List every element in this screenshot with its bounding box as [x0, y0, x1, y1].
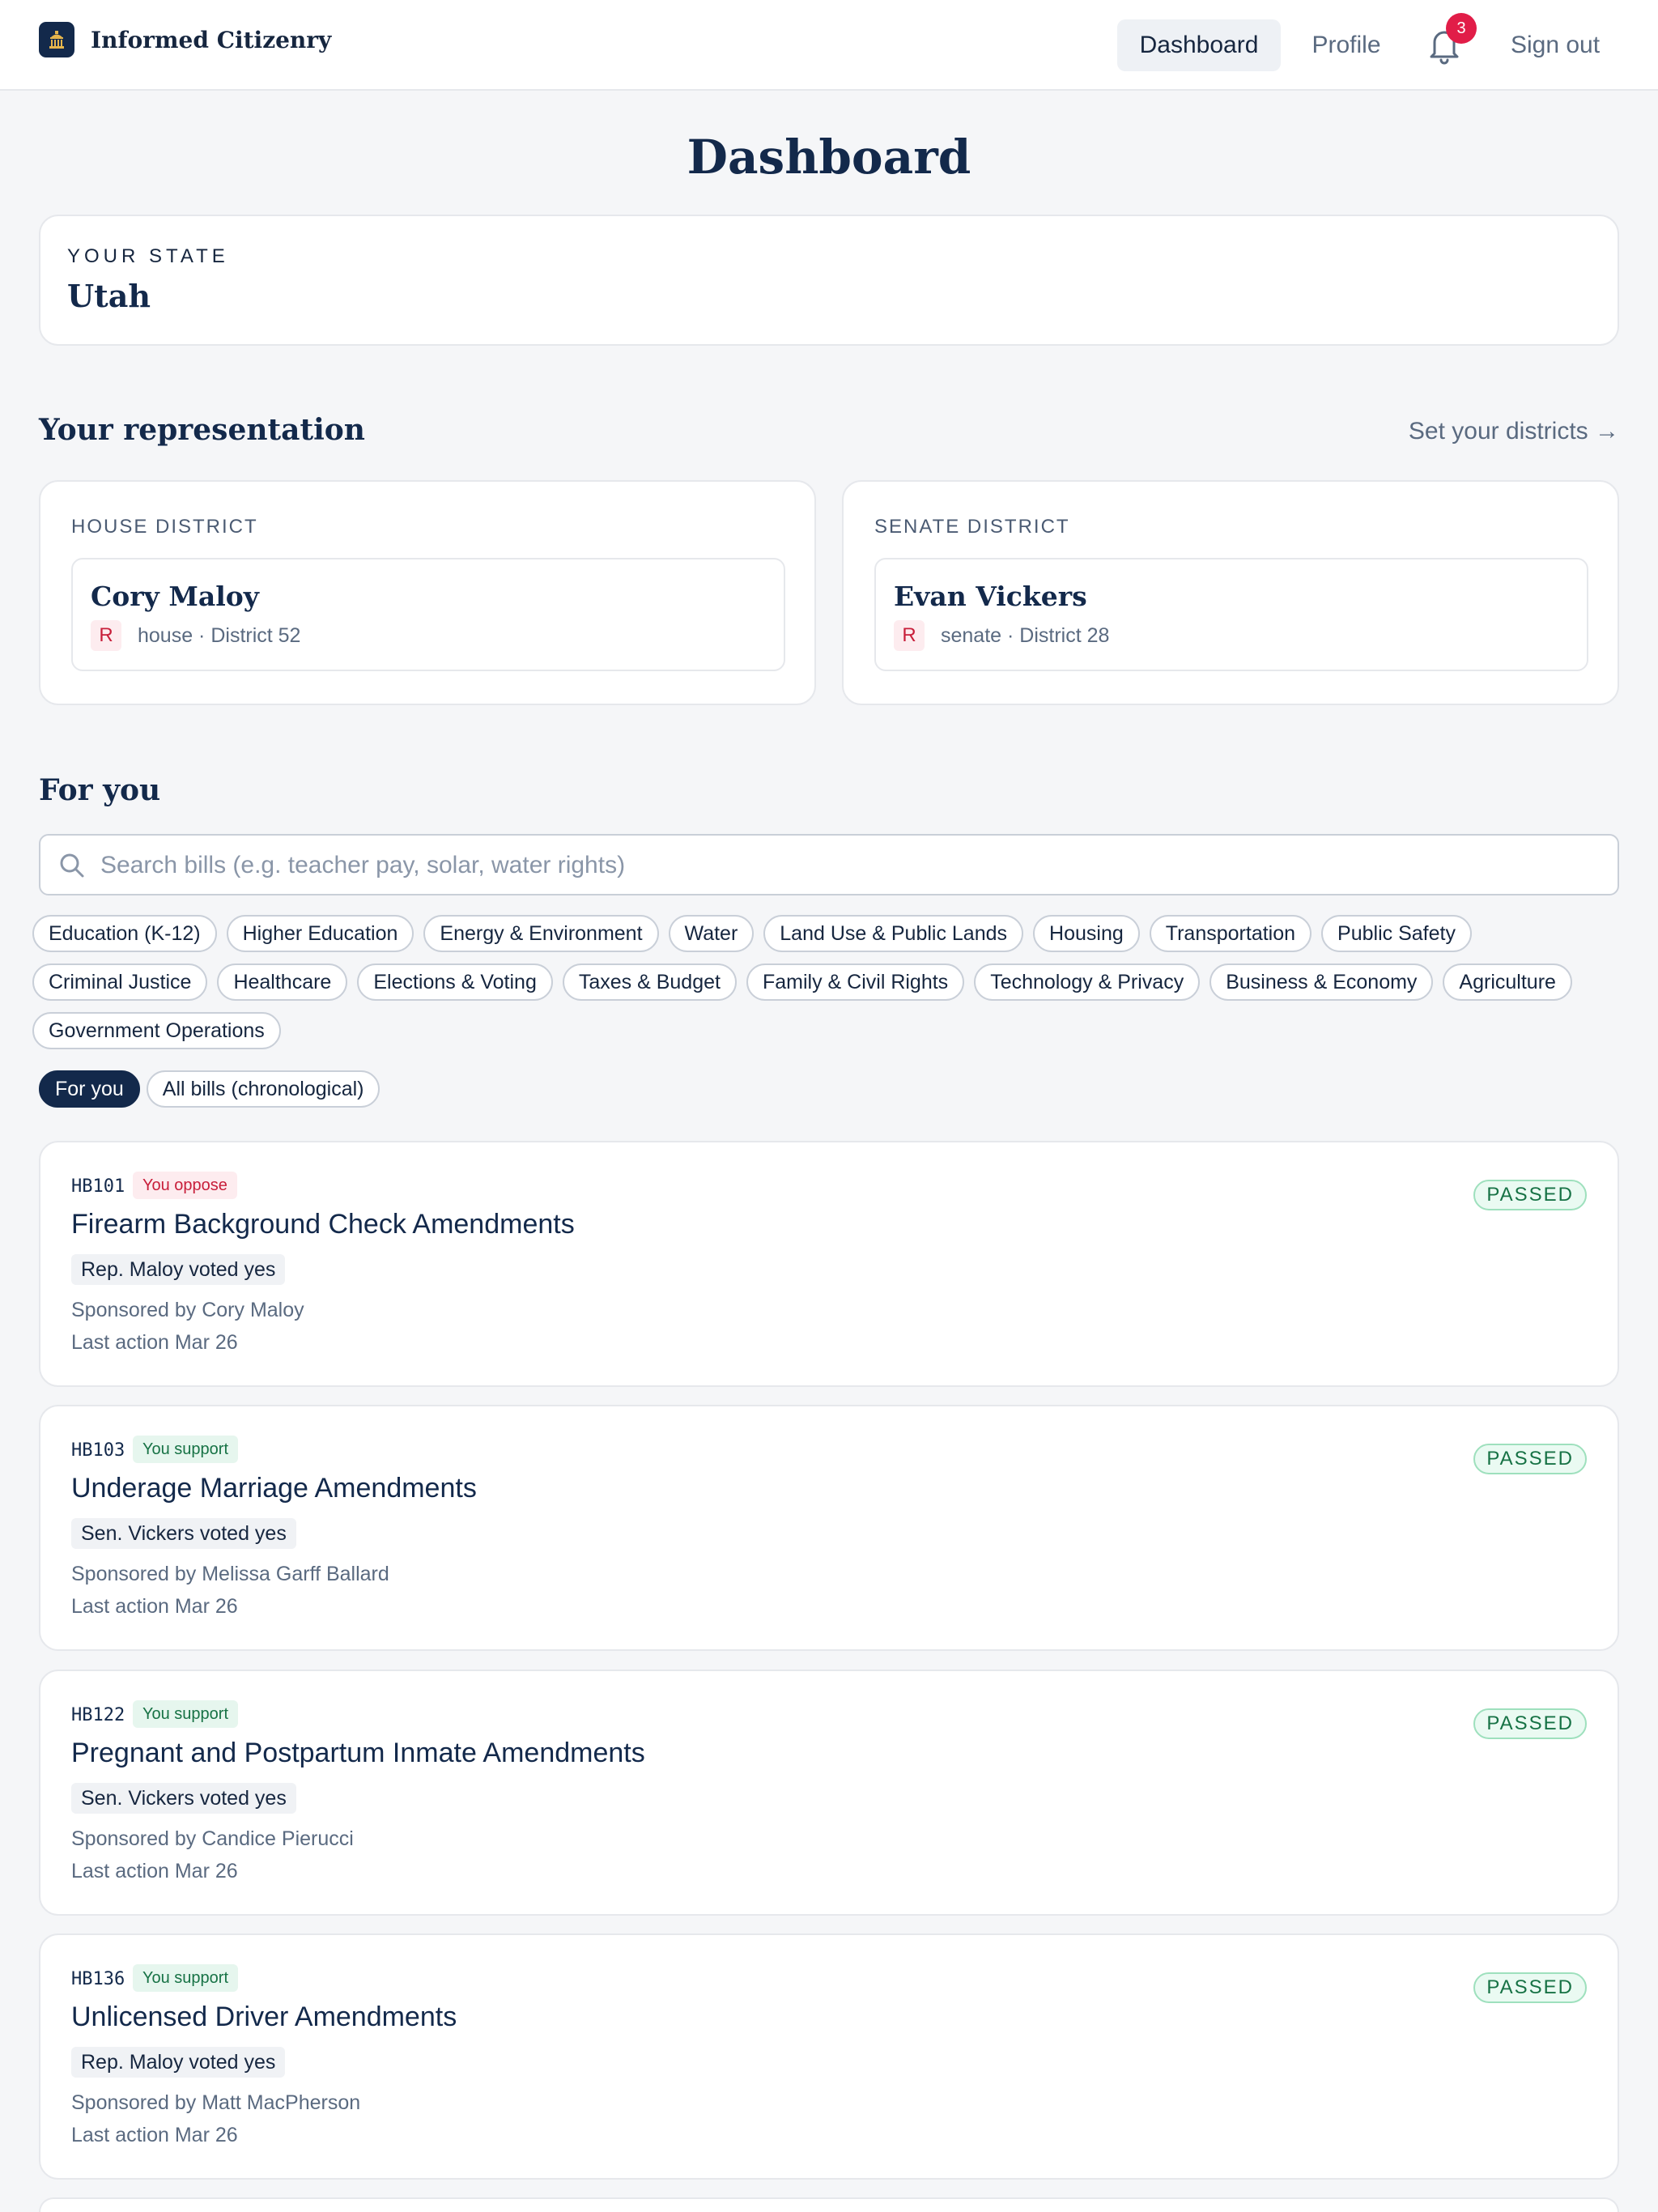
topic-chip[interactable]: Energy & Environment — [423, 915, 659, 952]
view-toggle: For you All bills (chronological) — [39, 1070, 389, 1119]
capitol-logo-icon — [39, 22, 74, 57]
bill-last-action: Last action Mar 26 — [71, 1595, 238, 1618]
house-rep-meta: house · District 52 — [138, 624, 301, 647]
bill-id: HB122 — [71, 1705, 125, 1725]
party-badge: R — [894, 620, 925, 651]
bill-card[interactable] — [39, 2197, 1619, 2212]
view-all-bills-button[interactable]: All bills (chronological) — [146, 1070, 380, 1108]
top-nav: Informed Citizenry Dashboard Profile 3 S… — [0, 0, 1658, 91]
status-badge: PASSED — [1473, 1444, 1587, 1474]
bill-id: HB136 — [71, 1969, 125, 1989]
nav-profile[interactable]: Profile — [1299, 19, 1394, 71]
senate-district-label: SENATE DISTRICT — [874, 516, 1070, 538]
bill-sponsor: Sponsored by Candice Pierucci — [71, 1827, 354, 1850]
topic-chip[interactable]: Elections & Voting — [357, 963, 553, 1001]
topic-filters: Education (K-12) Higher Education Energy… — [32, 915, 1619, 1061]
rep-vote-badge: Sen. Vickers voted yes — [71, 1783, 296, 1814]
senate-rep-meta: senate · District 28 — [941, 624, 1110, 647]
sign-out-button[interactable]: Sign out — [1498, 19, 1613, 71]
topic-chip[interactable]: Healthcare — [217, 963, 348, 1001]
notification-count-badge: 3 — [1446, 13, 1477, 44]
house-rep-name: Cory Maloy — [91, 581, 259, 612]
brand-name: Informed Citizenry — [91, 26, 332, 53]
topic-chip[interactable]: Transportation — [1149, 915, 1312, 952]
topic-chip[interactable]: Technology & Privacy — [974, 963, 1201, 1001]
bill-card[interactable]: HB103 You support Underage Marriage Amen… — [39, 1405, 1619, 1651]
topic-chip[interactable]: Family & Civil Rights — [746, 963, 965, 1001]
stance-badge: You support — [133, 1700, 239, 1728]
bill-title[interactable]: Pregnant and Postpartum Inmate Amendment… — [71, 1738, 645, 1769]
rep-vote-badge: Sen. Vickers voted yes — [71, 1518, 296, 1549]
state-value: Utah — [67, 278, 151, 314]
bill-last-action: Last action Mar 26 — [71, 2124, 238, 2146]
bill-last-action: Last action Mar 26 — [71, 1331, 238, 1354]
bill-title[interactable]: Unlicensed Driver Amendments — [71, 2001, 457, 2033]
senate-rep[interactable]: Evan Vickers R senate · District 28 — [874, 558, 1588, 671]
search-box — [39, 834, 1619, 895]
bill-title[interactable]: Underage Marriage Amendments — [71, 1473, 477, 1504]
state-card: YOUR STATE Utah — [39, 215, 1619, 346]
rep-vote-badge: Rep. Maloy voted yes — [71, 1254, 286, 1285]
status-badge: PASSED — [1473, 1708, 1587, 1739]
topic-chip[interactable]: Higher Education — [226, 915, 414, 952]
bill-sponsor: Sponsored by Cory Maloy — [71, 1299, 304, 1321]
brand[interactable]: Informed Citizenry — [39, 22, 331, 57]
representation-title: Your representation — [39, 413, 365, 447]
bill-id: HB103 — [71, 1440, 125, 1461]
search-input[interactable] — [99, 837, 1600, 894]
page-title: Dashboard — [687, 130, 971, 185]
topic-chip[interactable]: Education (K-12) — [32, 915, 217, 952]
party-badge: R — [91, 620, 121, 651]
topic-chip[interactable]: Business & Economy — [1209, 963, 1434, 1001]
topic-chip[interactable]: Criminal Justice — [32, 963, 208, 1001]
house-district-card: HOUSE DISTRICT Cory Maloy R house · Dist… — [39, 480, 816, 705]
bill-id: HB101 — [71, 1176, 125, 1197]
bill-card[interactable]: HB122 You support Pregnant and Postpartu… — [39, 1670, 1619, 1916]
bill-last-action: Last action Mar 26 — [71, 1860, 238, 1882]
bill-sponsor: Sponsored by Melissa Garff Ballard — [71, 1563, 389, 1585]
state-label: YOUR STATE — [67, 245, 229, 267]
bill-sponsor: Sponsored by Matt MacPherson — [71, 2091, 361, 2114]
topic-chip[interactable]: Land Use & Public Lands — [763, 915, 1024, 952]
house-district-label: HOUSE DISTRICT — [71, 516, 258, 538]
topic-chip[interactable]: Housing — [1033, 915, 1140, 952]
senate-district-card: SENATE DISTRICT Evan Vickers R senate · … — [842, 480, 1619, 705]
topic-chip[interactable]: Public Safety — [1321, 915, 1472, 952]
stance-badge: You support — [133, 1964, 239, 1992]
stance-badge: You oppose — [133, 1172, 237, 1199]
nav-dashboard[interactable]: Dashboard — [1117, 19, 1281, 71]
view-for-you-button[interactable]: For you — [39, 1070, 140, 1108]
topic-chip[interactable]: Taxes & Budget — [562, 963, 737, 1001]
topic-chip[interactable]: Agriculture — [1443, 963, 1572, 1001]
for-you-title: For you — [39, 773, 161, 807]
rep-vote-badge: Rep. Maloy voted yes — [71, 2047, 286, 2078]
search-icon — [60, 853, 84, 878]
set-districts-link[interactable]: Set your districts → — [1409, 418, 1619, 445]
house-rep[interactable]: Cory Maloy R house · District 52 — [71, 558, 785, 671]
bill-card[interactable]: HB101 You oppose Firearm Background Chec… — [39, 1141, 1619, 1387]
status-badge: PASSED — [1473, 1972, 1587, 2003]
topic-chip[interactable]: Government Operations — [32, 1012, 281, 1049]
bill-title[interactable]: Firearm Background Check Amendments — [71, 1209, 575, 1240]
bill-card[interactable]: HB136 You support Unlicensed Driver Amen… — [39, 1933, 1619, 2180]
stance-badge: You support — [133, 1436, 239, 1463]
topic-chip[interactable]: Water — [668, 915, 755, 952]
status-badge: PASSED — [1473, 1180, 1587, 1210]
senate-rep-name: Evan Vickers — [894, 581, 1087, 612]
